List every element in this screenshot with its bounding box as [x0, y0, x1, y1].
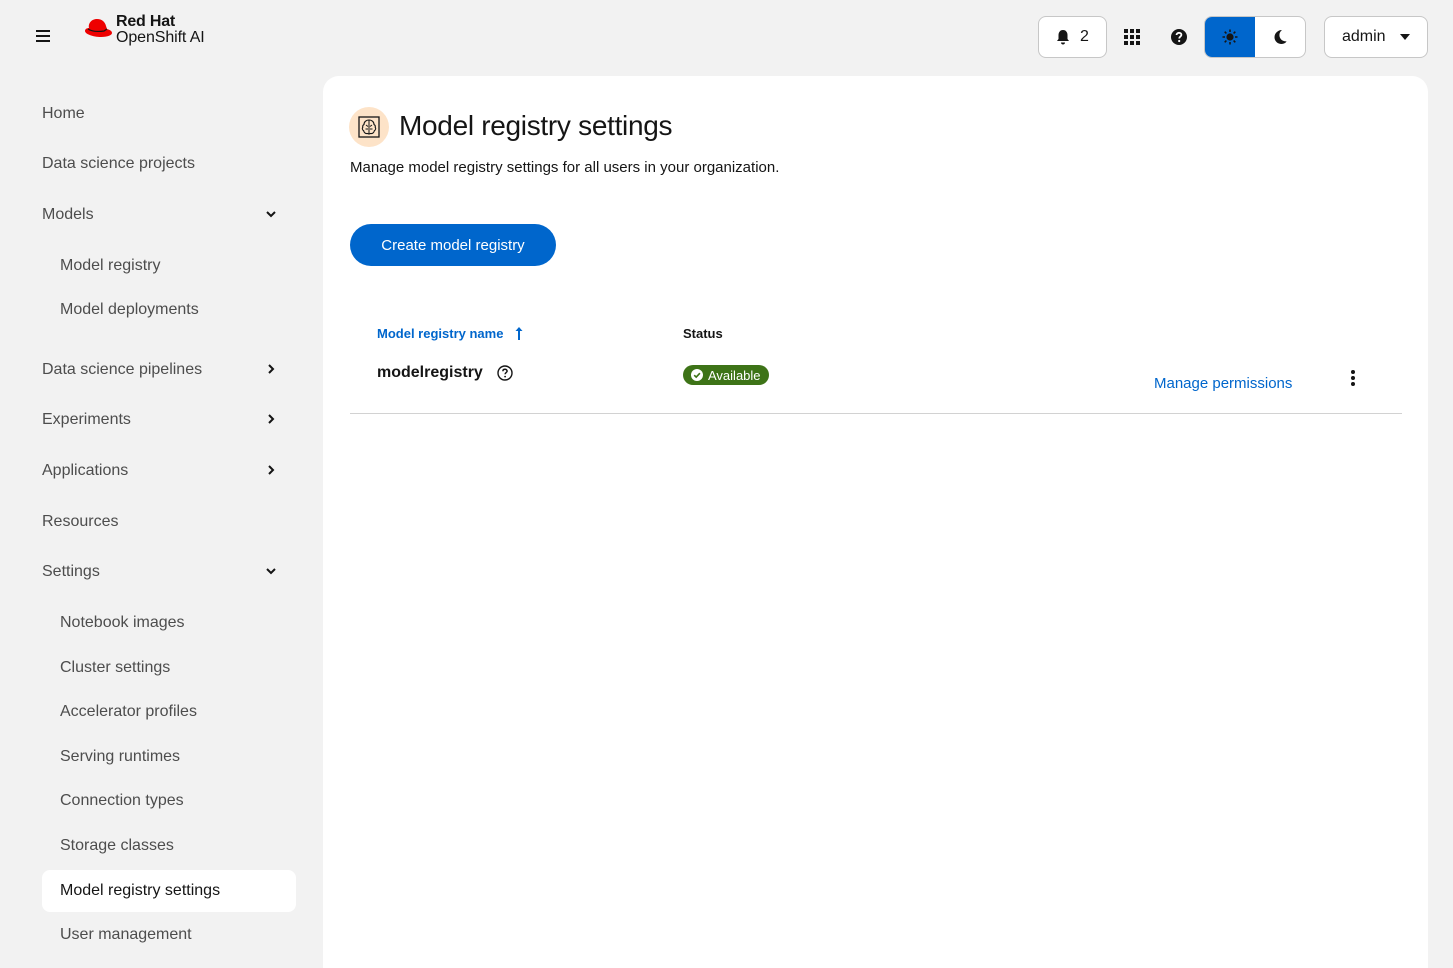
registry-name: modelregistry — [377, 364, 483, 381]
sidebar-item-label: Connection types — [60, 792, 184, 809]
sun-icon — [1222, 29, 1238, 45]
sidebar-item-accelerator-profiles[interactable]: Accelerator profiles — [42, 691, 296, 733]
sidebar-item-label: Accelerator profiles — [60, 703, 197, 720]
status-badge-label: Available — [708, 367, 761, 383]
red-hat-logo-icon — [85, 19, 112, 37]
column-header-status: Status — [683, 326, 723, 341]
sidebar-item-settings[interactable]: Settings — [42, 551, 296, 593]
sidebar-item-label: Models — [42, 206, 94, 223]
sidebar-item-model-deployments[interactable]: Model deployments — [42, 289, 296, 331]
sidebar-item-label: Applications — [42, 462, 129, 479]
column-header-label: Model registry name — [377, 326, 504, 341]
sidebar-item-label: Serving runtimes — [60, 748, 181, 765]
sidebar-item-model-registry-settings[interactable]: Model registry settings — [42, 870, 296, 912]
status-badge: Available — [683, 365, 769, 385]
logo-product-text: OpenShift AI — [116, 29, 205, 46]
sidebar-item-experiments[interactable]: Experiments — [42, 399, 296, 441]
sidebar-nav: Home Data science projects Models Model … — [0, 76, 323, 968]
manage-permissions-link[interactable]: Manage permissions — [1154, 375, 1292, 392]
logo[interactable]: Red Hat OpenShift AI — [82, 14, 205, 54]
table-row-divider — [350, 413, 1402, 414]
chevron-right-icon — [268, 364, 275, 374]
light-theme-button[interactable] — [1205, 17, 1255, 57]
sidebar-item-data-science-projects[interactable]: Data science projects — [42, 143, 296, 185]
notifications-button[interactable]: 2 — [1038, 16, 1107, 58]
column-header-name[interactable]: Model registry name — [377, 326, 523, 341]
page-title-icon — [349, 107, 389, 147]
sidebar-item-label: Data science projects — [42, 155, 195, 172]
bell-icon — [1057, 30, 1070, 45]
sidebar-item-cluster-settings[interactable]: Cluster settings — [42, 647, 296, 689]
notifications-count: 2 — [1080, 28, 1089, 45]
masthead: Red Hat OpenShift AI 2 admin — [0, 0, 1453, 76]
help-icon — [1171, 29, 1187, 45]
grid-icon — [1124, 29, 1140, 45]
sidebar-item-user-management[interactable]: User management — [42, 914, 296, 956]
sidebar-item-connection-types[interactable]: Connection types — [42, 780, 296, 822]
sidebar-item-serving-runtimes[interactable]: Serving runtimes — [42, 736, 296, 778]
chevron-right-icon — [268, 414, 275, 424]
sidebar-item-label: Notebook images — [60, 614, 185, 631]
chevron-down-icon — [266, 568, 276, 575]
sidebar-item-storage-classes[interactable]: Storage classes — [42, 825, 296, 867]
sidebar-item-label: Storage classes — [60, 837, 174, 854]
theme-toggle — [1204, 16, 1306, 58]
chevron-right-icon — [268, 465, 275, 475]
row-actions-kebab-icon[interactable] — [1343, 366, 1363, 390]
moon-icon — [1274, 30, 1287, 44]
chevron-down-icon — [266, 211, 276, 218]
sidebar-item-label: Resources — [42, 513, 119, 530]
sidebar-item-label: Model registry — [60, 257, 161, 274]
sidebar-item-notebook-images[interactable]: Notebook images — [42, 602, 296, 644]
help-outline-icon[interactable] — [497, 365, 513, 381]
sidebar-item-models[interactable]: Models — [42, 194, 296, 236]
logo-brand-text: Red Hat — [116, 13, 176, 30]
user-menu-button[interactable]: admin — [1324, 16, 1428, 58]
sidebar-item-label: Experiments — [42, 411, 131, 428]
create-model-registry-button[interactable]: Create model registry — [350, 224, 556, 266]
sidebar-item-label: Home — [42, 105, 85, 122]
page-title: Model registry settings — [399, 110, 673, 141]
sidebar-item-label: User management — [60, 926, 192, 943]
check-circle-icon — [691, 369, 703, 381]
hamburger-menu-icon[interactable] — [36, 28, 54, 44]
sidebar-item-model-registry[interactable]: Model registry — [42, 245, 296, 287]
sidebar-item-label: Model registry settings — [60, 882, 221, 899]
user-name: admin — [1342, 28, 1386, 45]
sidebar-item-label: Data science pipelines — [42, 361, 203, 378]
dark-theme-button[interactable] — [1255, 17, 1305, 57]
sidebar-item-resources[interactable]: Resources — [42, 501, 296, 543]
sidebar-item-home[interactable]: Home — [42, 93, 296, 135]
caret-down-icon — [1399, 34, 1410, 40]
sidebar-item-data-science-pipelines[interactable]: Data science pipelines — [42, 349, 296, 391]
sort-ascending-icon — [515, 327, 523, 340]
sidebar-item-label: Settings — [42, 563, 100, 580]
app-launcher-button[interactable] — [1111, 16, 1153, 58]
main-content: Model registry settings Manage model reg… — [323, 76, 1428, 968]
sidebar-item-label: Model deployments — [60, 301, 199, 318]
table-row-name-cell: modelregistry — [377, 364, 513, 382]
help-button[interactable] — [1158, 16, 1200, 58]
sidebar-item-label: Cluster settings — [60, 659, 171, 676]
sidebar-item-applications[interactable]: Applications — [42, 450, 296, 492]
page-description: Manage model registry settings for all u… — [350, 159, 780, 176]
model-registry-icon — [358, 116, 380, 138]
